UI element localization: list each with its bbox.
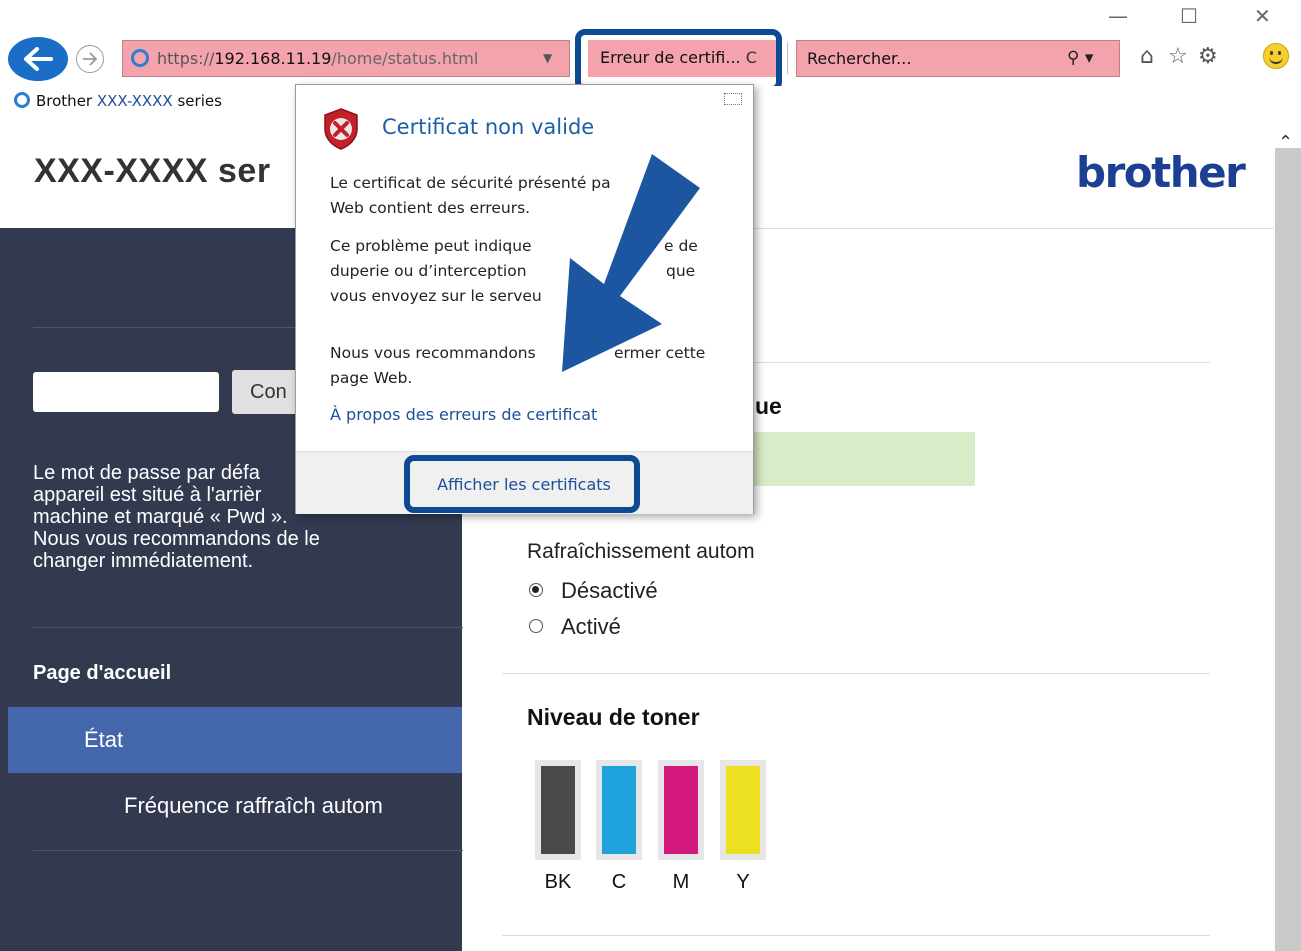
tab-brother-status[interactable]: Brother XXX-XXXX series [14,92,222,110]
search-placeholder: Rechercher... [807,49,912,68]
status-bar [745,432,975,486]
toner-bk-level [541,766,575,854]
ie-page-icon [131,49,149,67]
instruction-arrow-icon [562,154,700,372]
toner-c-label: C [611,871,627,893]
popup-title: Certificat non valide [382,115,595,139]
tab-title-model: XXX-XXXX [96,92,173,110]
password-note-line: Nous vous recommandons de le [33,528,320,550]
nav-home[interactable]: Page d'accueil [33,662,171,685]
url-path: /home/status.html [331,49,479,68]
url-scheme: https:// [157,49,215,68]
divider [33,850,463,851]
close-icon[interactable]: ✕ [1254,4,1271,28]
home-icon[interactable]: ⌂ [1140,44,1154,69]
tab-title-prefix: Brother [36,92,97,110]
maximize-popup-icon[interactable] [724,93,742,105]
brother-logo: brother [1076,148,1246,197]
toner-bk-label: BK [544,871,572,893]
scrollbar[interactable] [1275,148,1301,951]
maximize-icon[interactable]: ☐ [1180,4,1198,28]
scroll-up-icon[interactable]: ⌃ [1278,132,1293,153]
separator [787,42,788,74]
radio-enabled[interactable] [529,619,543,633]
password-input[interactable] [33,372,219,412]
tab-title-suffix: series [172,92,222,110]
radio-disabled[interactable] [529,583,543,597]
smiley-feedback-icon[interactable] [1263,43,1289,69]
highlight-cert-error [575,29,782,92]
settings-gear-icon[interactable]: ⚙ [1198,44,1218,69]
toner-m-label: M [672,871,690,893]
about-cert-errors-link[interactable]: À propos des erreurs de certificat [330,405,597,424]
popup-text-fragment: duperie ou d’interception [330,262,527,280]
divider [502,935,1210,936]
toner-y [720,760,766,860]
toner-y-level [726,766,760,854]
popup-text-fragment: Nous vous recommandons [330,344,536,362]
password-note-line: changer immédiatement. [33,550,254,572]
radio-enabled-label: Activé [561,614,621,639]
arrow-right-icon [83,52,98,66]
shield-error-icon [324,108,358,150]
nav-item-status-label: État [84,727,124,752]
toner-c-level [602,766,636,854]
divider [33,627,463,628]
url-host: 192.168.11.19 [214,49,332,68]
search-input[interactable]: Rechercher... ⚲ ▾ [796,40,1120,77]
toner-c [596,760,642,860]
section-heading: ue [755,393,782,419]
url-text: https://192.168.11.19/home/status.html [157,41,478,76]
divider [502,673,1210,674]
popup-text-fragment: Ce problème peut indique [330,237,532,255]
minimize-icon[interactable]: — [1108,4,1128,28]
nav-item-status[interactable]: État [8,707,462,773]
forward-button[interactable] [76,45,104,73]
search-icon[interactable]: ⚲ ▾ [1067,41,1093,76]
address-bar[interactable]: https://192.168.11.19/home/status.html ▼ [122,40,570,77]
toner-m-level [664,766,698,854]
radio-disabled-label: Désactivé [561,578,658,603]
refresh-label: Rafraîchissement autom [527,540,755,563]
toner-heading: Niveau de toner [527,704,700,730]
toner-m [658,760,704,860]
back-button[interactable] [8,37,68,81]
page-title: XXX-XXXX ser [34,152,271,190]
ie-tab-icon [14,92,30,108]
arrow-left-icon [24,47,53,71]
toner-y-label: Y [736,871,750,893]
nav-item-auto-refresh[interactable]: Fréquence raffraîch autom [124,793,383,819]
highlight-view-certificates [404,455,640,513]
chevron-down-icon[interactable]: ▼ [543,41,552,76]
favorites-star-icon[interactable]: ☆ [1168,44,1188,69]
toner-bk [535,760,581,860]
